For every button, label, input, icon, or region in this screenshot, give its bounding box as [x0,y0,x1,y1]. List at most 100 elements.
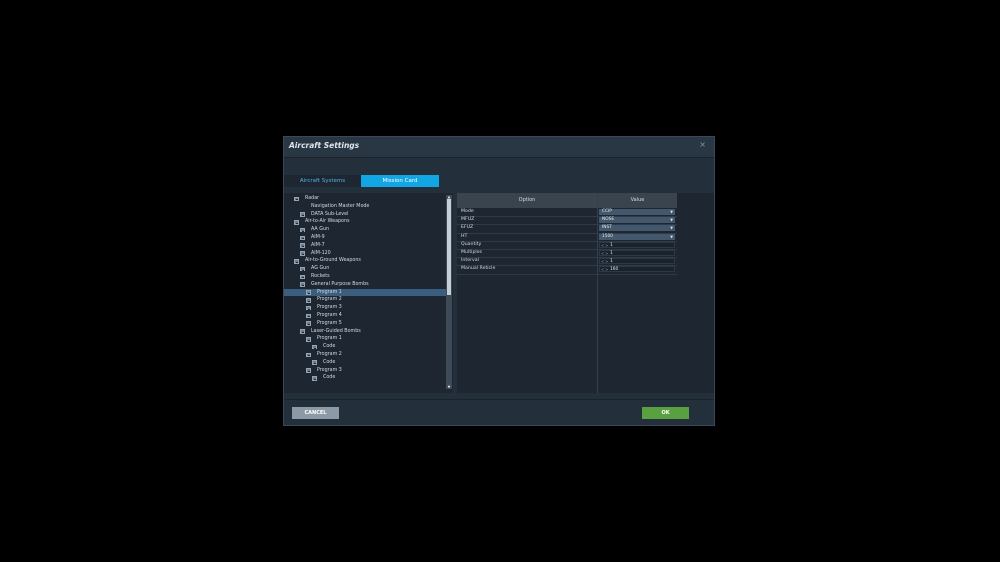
decrement-icon[interactable]: < [601,259,604,265]
collapse-icon[interactable] [306,298,311,303]
tree-item-label: Navigation Master Mode [311,203,370,209]
tree-item[interactable]: Program 2 [284,296,446,304]
option-value-text: 1500 [602,233,613,239]
tree-item-label: Program 1 [317,289,342,295]
tree-item[interactable]: Radar [284,195,446,203]
increment-icon[interactable]: > [605,251,608,257]
tree-item-label: Program 4 [317,313,342,318]
tree-item-label: Program 2 [317,352,342,357]
tree-item[interactable]: Program 5 [284,320,446,328]
option-name: Manual Reticle [461,266,496,272]
options-table: Option Value Mode CCIP ▼ MFUZ NOSE ▼ EFUZ INST ▼… [457,193,714,393]
tree-scrollbar[interactable]: ▲ ▼ [446,195,452,389]
option-value-dropdown[interactable]: CCIP ▼ [599,209,675,215]
dialog-titlebar: Aircraft Settings × [284,137,714,158]
option-value-dropdown[interactable]: INST ▼ [599,225,675,232]
chevron-down-icon: ▼ [670,218,673,223]
tree-item[interactable]: AIM-9 [284,234,446,242]
collapse-icon[interactable] [306,290,311,295]
option-value-stepper[interactable]: < >160 [599,266,675,273]
option-value-dropdown[interactable]: NOSE ▼ [599,217,675,224]
tree-item[interactable]: Laser-Guided Bombs [284,328,446,336]
tab-mission-card[interactable]: Mission Card [361,175,439,187]
chevron-down-icon: ▼ [670,226,673,231]
tree-item-label: Rockets [311,274,330,279]
collapse-icon[interactable] [300,235,305,241]
increment-icon[interactable]: > [605,243,608,249]
collapse-icon[interactable] [300,282,305,288]
decrement-icon[interactable]: < [601,243,604,249]
tree-item[interactable]: AIM-120 [284,250,446,258]
tree-item[interactable]: AA Gun [284,226,446,234]
ok-button[interactable]: OK [642,407,689,419]
collapse-icon[interactable] [300,266,305,272]
tree-item[interactable]: Program 3 [284,304,446,312]
option-value-stepper[interactable]: < >1 [599,258,675,265]
tree-item[interactable]: Program 2 [284,351,446,359]
tree-item[interactable]: Program 4 [284,312,446,320]
collapse-icon[interactable] [306,368,311,373]
collapse-icon[interactable] [306,321,311,327]
tree-item-label: AIM-7 [311,242,325,248]
tree-item-label: AG Gun [311,266,330,272]
settings-tree: Radar Navigation Master Mode DATA Sub-Leve… [284,193,453,393]
tree-item-label: DATA Sub-Level [311,211,349,217]
collapse-icon[interactable] [300,251,305,256]
tree-item-label: Air-to-Air Weapons [305,219,350,225]
collapse-icon[interactable] [306,352,311,358]
decrement-icon[interactable]: < [601,251,604,257]
collapse-icon[interactable] [312,376,317,381]
chevron-down-icon: ▼ [670,210,673,214]
increment-icon[interactable]: > [605,259,608,265]
decrement-icon[interactable]: < [601,267,604,273]
option-row: Manual Reticle < >160 [457,265,677,275]
increment-icon[interactable]: > [605,267,608,273]
tree-item[interactable]: Program 1 [284,335,446,343]
tree-item[interactable]: Program 3 [284,367,446,375]
tree-item-label: General Purpose Bombs [311,281,369,287]
option-value-text: 1 [610,242,613,248]
tree-item[interactable]: Air-to-Ground Weapons [284,257,446,265]
scroll-down-icon[interactable]: ▼ [446,385,452,389]
tree-item-label: Radar [305,196,320,201]
tree-item-label: Code [323,359,336,365]
collapse-icon[interactable] [300,274,305,280]
tree-item-label: Program 2 [317,297,342,303]
collapse-icon[interactable] [300,329,305,334]
tree-item[interactable]: AIM-7 [284,242,446,250]
collapse-icon[interactable] [294,259,299,264]
scroll-thumb[interactable] [447,199,451,295]
tree-item[interactable]: Program 1 [284,288,446,297]
tree-item[interactable]: Code [284,374,446,382]
tree-item[interactable]: Code [284,343,446,351]
collapse-icon[interactable] [312,360,317,366]
option-value-stepper[interactable]: < >1 [599,250,675,256]
tree-item[interactable]: AG Gun [284,265,446,273]
tree-item[interactable]: DATA Sub-Level [284,211,446,219]
close-icon[interactable]: × [699,140,706,149]
option-name: Mode [461,209,474,214]
tree-item-label: AIM-120 [311,250,331,256]
tree-item-label: Program 1 [317,336,342,342]
collapse-icon[interactable] [294,196,299,202]
collapse-icon[interactable] [306,305,311,311]
option-value-dropdown[interactable]: 1500 ▼ [599,233,675,240]
collapse-icon[interactable] [312,344,317,350]
tree-item[interactable]: Rockets [284,273,446,281]
option-name: HT [461,233,468,239]
collapse-icon[interactable] [306,313,311,319]
option-value-stepper[interactable]: < >1 [599,241,675,249]
tree-item[interactable]: Code [284,359,446,367]
option-value-text: 160 [610,267,619,273]
collapse-icon[interactable] [300,227,305,233]
collapse-icon[interactable] [300,212,305,217]
tree-item[interactable]: Navigation Master Mode [284,203,446,211]
collapse-icon[interactable] [294,220,299,225]
collapse-icon[interactable] [300,243,305,249]
collapse-icon[interactable] [306,337,311,342]
tree-item[interactable]: General Purpose Bombs [284,281,446,289]
cancel-button[interactable]: CANCEL [292,407,339,419]
tab-aircraft-systems[interactable]: Aircraft Systems [284,175,361,187]
dialog-title: Aircraft Settings [289,141,360,150]
tree-item[interactable]: Air-to-Air Weapons [284,218,446,226]
